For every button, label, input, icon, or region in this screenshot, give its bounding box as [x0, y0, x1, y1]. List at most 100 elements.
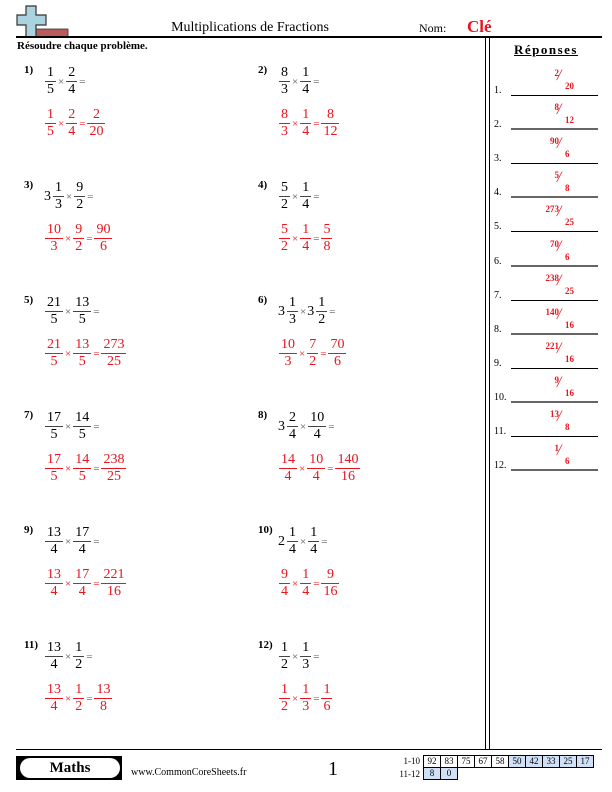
denominator: 4 [302, 584, 310, 599]
numerator: 13 [47, 640, 61, 655]
whole-number: 3 [278, 418, 285, 434]
denominator: 3 [284, 354, 292, 369]
answer-expression: 14 4 × 10 4 = 140 16 [278, 453, 361, 484]
times-sign: × [292, 117, 299, 130]
numerator: 1 [55, 180, 62, 195]
numerator: 1 [47, 107, 54, 122]
fraction: 16 [321, 683, 333, 714]
numerator: 1 [302, 640, 310, 655]
denominator: 25 [106, 469, 121, 484]
denominator: 2 [75, 657, 83, 672]
denominator: 4 [289, 427, 296, 442]
problem-4: 4) 5 2 × 1 4 = 5 2 × 1 4 = 5 8 [258, 179, 478, 279]
denominator: 8 [323, 239, 331, 254]
answer-denominator: 16 [565, 319, 574, 330]
numerator: 1 [281, 640, 288, 655]
fraction: 10 3 [45, 223, 63, 254]
answer-fraction: 70/6 [524, 237, 598, 267]
times-sign: × [65, 232, 72, 245]
equals-sign: = [79, 117, 86, 130]
answer-denominator: 25 [565, 285, 574, 296]
answer-expression: 1 5 × 2 4 = 2 20 [44, 108, 106, 139]
problem-number: 12) [258, 639, 273, 651]
answer-column-divider [485, 37, 490, 749]
answer-fraction: 8/12 [524, 100, 598, 130]
denominator: 4 [50, 542, 58, 557]
equals-sign: = [313, 75, 320, 88]
numerator: 7 [309, 337, 317, 352]
answer-expression: 13 4 × 1 2 = 13 8 [44, 683, 113, 714]
fraction: 9 16 [321, 568, 340, 599]
answer-expression: 1 2 × 1 3 = 1 6 [278, 683, 333, 714]
denominator: 2 [281, 197, 288, 212]
score-cell: 8 [423, 767, 441, 780]
numerator: 21 [47, 295, 61, 310]
numerator: 1 [310, 525, 318, 540]
fraction: 21 5 [45, 338, 63, 369]
denominator: 16 [106, 584, 121, 599]
answer-expression: 10 3 × 7 2 = 70 6 [278, 338, 347, 369]
score-row: 80 [423, 767, 594, 780]
problem-1: 1) 1 5 × 2 4 = 1 5 × 2 4 = 2 20 [24, 64, 244, 164]
answer-number: 7. [494, 289, 502, 301]
answer-row: 12. 1/6 [494, 441, 602, 473]
question-expression: 3 1 3 × 9 2 = [44, 181, 94, 212]
denominator: 4 [302, 197, 310, 212]
denominator: 6 [99, 239, 107, 254]
denominator: 4 [281, 584, 288, 599]
question-expression: 5 2 × 1 4 = [278, 181, 320, 212]
answer-denominator: 12 [565, 115, 574, 126]
numerator: 13 [47, 525, 61, 540]
equals-sign: = [329, 305, 336, 318]
denominator: 16 [340, 469, 355, 484]
denominator: 5 [50, 427, 58, 442]
answer-fraction: 221/16 [524, 339, 598, 369]
numerator: 9 [76, 180, 84, 195]
problem-number: 5) [24, 294, 34, 306]
answer-fraction: 9/16 [524, 373, 598, 403]
fraction: 13 [300, 683, 312, 714]
times-sign: × [65, 347, 72, 360]
numerator: 9 [281, 567, 288, 582]
times-sign: × [292, 190, 299, 203]
fraction: 13 4 [45, 568, 63, 599]
equals-sign: = [93, 347, 100, 360]
problem-8: 8) 3 2 4 × 10 4 = 14 4 × 10 4 = 140 16 [258, 409, 478, 509]
question-expression: 17 5 × 14 5 = [44, 411, 100, 442]
answer-denominator: 16 [565, 387, 574, 398]
denominator: 2 [75, 239, 83, 254]
answer-expression: 10 3 × 9 2 = 90 6 [44, 223, 113, 254]
equals-sign: = [321, 535, 328, 548]
problem-9: 9) 13 4 × 17 4 = 13 4 × 17 4 = 221 16 [24, 524, 244, 624]
denominator: 4 [68, 82, 76, 97]
question-expression: 3 1 3 × 3 1 2 = [278, 296, 336, 327]
fraction: 90 6 [94, 222, 113, 254]
numerator: 8 [326, 107, 334, 122]
fraction: 10 4 [307, 453, 326, 484]
problem-10: 10) 2 1 4 × 1 4 = 9 4 × 1 4 = 9 16 [258, 524, 478, 624]
times-sign: × [66, 190, 73, 203]
answer-row: 7. 238/25 [494, 271, 602, 303]
numerator: 1 [75, 640, 83, 655]
website-link[interactable]: www.CommonCoreSheets.fr [131, 767, 246, 778]
denominator: 4 [78, 584, 86, 599]
question-expression: 3 2 4 × 10 4 = [278, 411, 335, 442]
problem-11: 11) 13 4 × 1 2 = 13 4 × 1 2 = 13 8 [24, 639, 244, 739]
score-cell: 42 [525, 755, 543, 768]
answer-denominator: 16 [565, 353, 574, 364]
numerator: 5 [323, 222, 331, 237]
fraction: 12 [73, 640, 85, 672]
denominator: 4 [50, 657, 58, 672]
numerator: 90 [96, 222, 111, 237]
worksheet-title: Multiplications de Fractions [171, 20, 329, 35]
denominator: 5 [78, 354, 86, 369]
numerator: 10 [281, 337, 295, 352]
fraction: 14 [300, 66, 312, 97]
answer-denominator: 25 [565, 217, 574, 228]
answer-row: 10. 9/16 [494, 373, 602, 405]
denominator: 3 [281, 82, 288, 97]
equals-sign: = [86, 692, 93, 705]
denominator: 3 [302, 657, 310, 672]
answer-row: 2. 8/12 [494, 100, 602, 132]
whole-number: 3 [278, 303, 285, 319]
